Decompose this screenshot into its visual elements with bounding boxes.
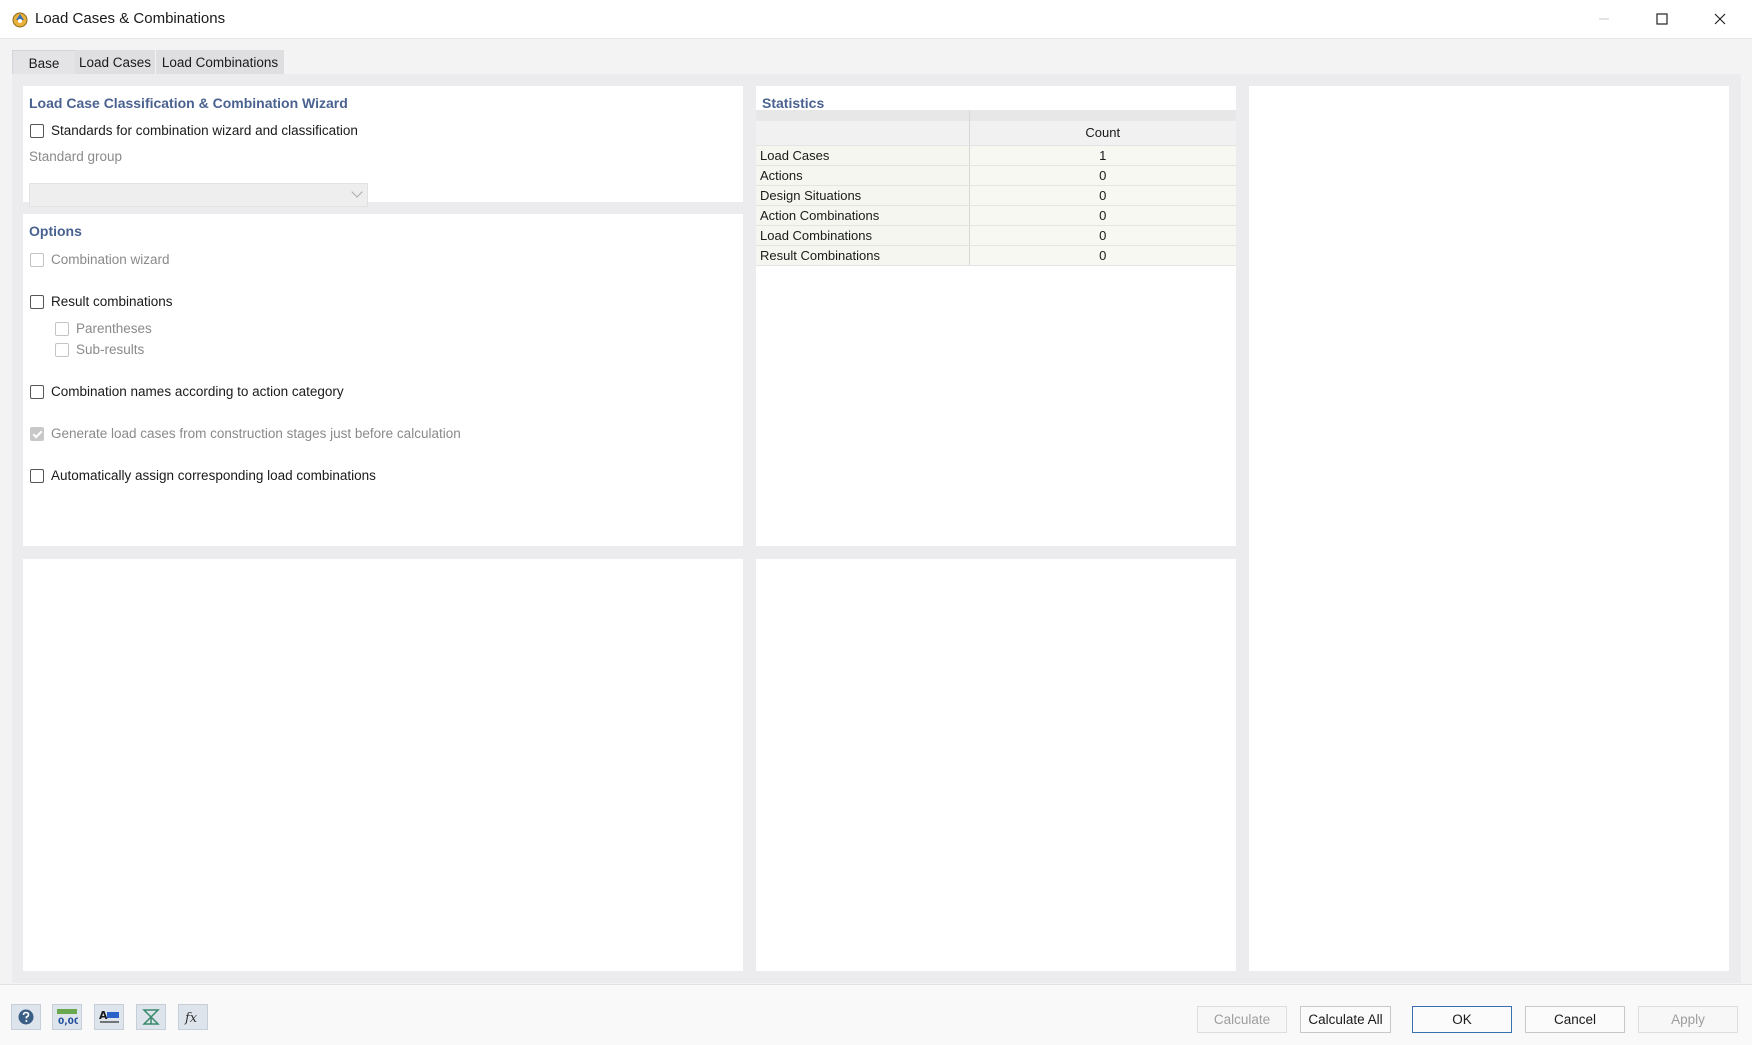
combination-names-checkbox[interactable] — [30, 385, 44, 399]
row-name: Design Situations — [756, 185, 970, 206]
calculate-button[interactable]: Calculate — [1197, 1006, 1287, 1033]
bottom-toolbar: 0,00 A fx Calculate Calculate All OK Can… — [0, 984, 1752, 1045]
wizard-panel: Load Case Classification & Combination W… — [23, 86, 743, 207]
table-row[interactable]: Design Situations 0 — [756, 185, 1236, 206]
maximize-button[interactable] — [1633, 0, 1691, 38]
help-button[interactable] — [11, 1004, 41, 1030]
details-panel-middle — [756, 559, 1236, 971]
options-panel-title: Options — [29, 223, 82, 239]
svg-text:fx: fx — [184, 1011, 198, 1026]
table-row[interactable]: Actions 0 — [756, 165, 1236, 186]
sub-results-checkbox[interactable] — [55, 343, 69, 357]
row-count: 0 — [969, 165, 1236, 186]
close-button[interactable] — [1691, 0, 1749, 38]
row-name: Load Cases — [756, 145, 970, 166]
combination-names-label: Combination names according to action ca… — [51, 384, 344, 399]
standard-group-label: Standard group — [29, 149, 123, 164]
preview-panel — [1249, 86, 1729, 971]
svg-text:A: A — [99, 1009, 108, 1022]
text-format-button[interactable]: A — [94, 1004, 124, 1030]
result-combinations-checkbox[interactable] — [30, 295, 44, 309]
parentheses-label: Parentheses — [76, 321, 152, 336]
row-count: 0 — [969, 205, 1236, 226]
app-icon — [12, 12, 28, 28]
wizard-panel-title: Load Case Classification & Combination W… — [29, 95, 348, 111]
row-name: Result Combinations — [756, 245, 970, 266]
standards-checkbox-label: Standards for combination wizard and cla… — [51, 123, 358, 138]
row-name: Action Combinations — [756, 205, 970, 226]
sub-results-label: Sub-results — [76, 342, 145, 357]
details-panel-left — [23, 559, 743, 971]
row-count: 0 — [969, 185, 1236, 206]
auto-assign-checkbox[interactable] — [30, 469, 44, 483]
row-name: Load Combinations — [756, 225, 970, 246]
options-panel: Options Combination wizard Result combin… — [23, 214, 743, 546]
calculate-all-button[interactable]: Calculate All — [1300, 1006, 1391, 1033]
statistics-panel: Statistics Count Load Cases 1 Actions 0 De… — [756, 86, 1236, 546]
standards-checkbox[interactable] — [30, 124, 44, 138]
formula-button[interactable]: fx — [178, 1004, 208, 1030]
combination-wizard-label: Combination wizard — [51, 252, 170, 267]
result-combinations-label: Result combinations — [51, 294, 173, 309]
window-title: Load Cases & Combinations — [35, 10, 226, 27]
statistics-panel-title: Statistics — [762, 95, 825, 111]
tab-load-cases[interactable]: Load Cases — [75, 50, 155, 75]
combination-wizard-checkbox[interactable] — [30, 253, 44, 267]
row-count: 0 — [969, 245, 1236, 266]
generate-load-cases-checkbox[interactable] — [30, 427, 44, 441]
title-bar: Load Cases & Combinations — [0, 0, 1752, 39]
svg-text:0,00: 0,00 — [58, 1017, 78, 1026]
cancel-button[interactable]: Cancel — [1525, 1006, 1625, 1033]
count-column-header: Count — [969, 121, 1236, 146]
help-icon — [18, 1009, 34, 1025]
formula-icon: fx — [184, 1011, 198, 1026]
ok-button[interactable]: OK — [1412, 1006, 1512, 1033]
statistics-header-row: Count — [756, 121, 1236, 146]
standard-group-select[interactable] — [29, 183, 368, 207]
close-icon — [1714, 13, 1726, 25]
minimize-icon — [1599, 18, 1609, 20]
text-format-icon: A — [99, 1009, 119, 1023]
minimize-button[interactable] — [1575, 0, 1633, 38]
parentheses-checkbox[interactable] — [55, 322, 69, 336]
tab-base[interactable]: Base — [12, 50, 76, 76]
decimal-places-icon: 0,00 — [57, 1009, 78, 1026]
generate-load-cases-label: Generate load cases from construction st… — [51, 426, 461, 441]
table-row[interactable]: Load Combinations 0 — [756, 225, 1236, 246]
tab-load-combinations[interactable]: Load Combinations — [156, 50, 284, 75]
decimal-places-button[interactable]: 0,00 — [52, 1004, 82, 1030]
row-name: Actions — [756, 165, 970, 186]
table-row[interactable]: Result Combinations 0 — [756, 245, 1236, 266]
row-count: 0 — [969, 225, 1236, 246]
apply-button[interactable]: Apply — [1638, 1006, 1738, 1033]
units-icon — [142, 1009, 160, 1025]
table-row[interactable]: Load Cases 1 — [756, 145, 1236, 166]
maximize-icon — [1656, 13, 1668, 25]
row-count: 1 — [969, 145, 1236, 166]
units-button[interactable] — [136, 1004, 166, 1030]
statistics-table: Count Load Cases 1 Actions 0 Design Situat… — [756, 110, 1236, 266]
table-row[interactable]: Action Combinations 0 — [756, 205, 1236, 226]
auto-assign-label: Automatically assign corresponding load … — [51, 468, 376, 483]
chevron-down-icon — [351, 186, 363, 198]
content-area: Load Case Classification & Combination W… — [12, 74, 1741, 983]
